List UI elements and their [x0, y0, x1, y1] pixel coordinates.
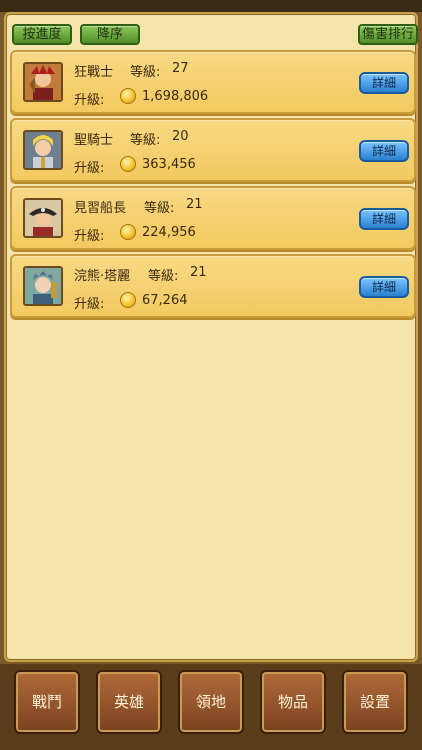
upgrade-label: 升級: — [74, 229, 105, 244]
nav-heroes-button[interactable]: 英雄 — [96, 670, 162, 734]
upgrade-cost: 1,698,806 — [142, 89, 209, 104]
hero-name: 浣熊·塔麗 — [74, 269, 131, 284]
raccoon-portrait-icon — [23, 266, 63, 306]
hero-name: 聖騎士 — [74, 133, 114, 148]
hero-level-value: 21 — [190, 265, 207, 280]
berserker-portrait-icon — [23, 62, 63, 102]
paladin-portrait-icon — [23, 130, 63, 170]
top-strip — [0, 0, 422, 12]
hero-row-captain[interactable]: 見習船長 等級: 21 升級: 224,956 詳細 — [10, 186, 416, 250]
hero-name: 狂戰士 — [74, 65, 114, 80]
damage-ranking-button[interactable]: 傷害排行 — [358, 24, 418, 45]
detail-button[interactable]: 詳細 — [359, 140, 409, 162]
upgrade-label: 升級: — [74, 297, 105, 312]
nav-items-button[interactable]: 物品 — [260, 670, 326, 734]
hero-level-label: 等級: — [144, 201, 175, 216]
gold-coin-icon — [120, 88, 136, 104]
hero-row-raccoon[interactable]: 浣熊·塔麗 等級: 21 升級: 67,264 詳細 — [10, 254, 416, 318]
hero-level-value: 21 — [186, 197, 203, 212]
hero-row-paladin[interactable]: 聖騎士 等級: 20 升級: 363,456 詳細 — [10, 118, 416, 182]
upgrade-cost: 224,956 — [142, 225, 196, 240]
gold-coin-icon — [120, 224, 136, 240]
upgrade-label: 升級: — [74, 93, 105, 108]
descending-order-button[interactable]: 降序 — [80, 24, 140, 45]
upgrade-label: 升級: — [74, 161, 105, 176]
upgrade-cost: 67,264 — [142, 293, 188, 308]
detail-button[interactable]: 詳細 — [359, 208, 409, 230]
hero-level-value: 27 — [172, 61, 189, 76]
detail-button[interactable]: 詳細 — [359, 72, 409, 94]
hero-name: 見習船長 — [74, 201, 127, 216]
hero-level-value: 20 — [172, 129, 189, 144]
hero-level-label: 等級: — [130, 133, 161, 148]
upgrade-cost: 363,456 — [142, 157, 196, 172]
hero-level-label: 等級: — [130, 65, 161, 80]
nav-territory-button[interactable]: 領地 — [178, 670, 244, 734]
nav-settings-button[interactable]: 設置 — [342, 670, 408, 734]
hero-list-panel: 按進度 降序 傷害排行 狂戰士 等級: 27 升級: 1,698,806 詳細 — [4, 12, 418, 662]
bottom-nav: 戰鬥 英雄 領地 物品 設置 — [0, 664, 422, 750]
hero-row-berserker[interactable]: 狂戰士 等級: 27 升級: 1,698,806 詳細 — [10, 50, 416, 114]
detail-button[interactable]: 詳細 — [359, 276, 409, 298]
gold-coin-icon — [120, 156, 136, 172]
gold-coin-icon — [120, 292, 136, 308]
captain-portrait-icon — [23, 198, 63, 238]
sort-by-progress-button[interactable]: 按進度 — [12, 24, 72, 45]
hero-level-label: 等級: — [148, 269, 179, 284]
nav-battle-button[interactable]: 戰鬥 — [14, 670, 80, 734]
